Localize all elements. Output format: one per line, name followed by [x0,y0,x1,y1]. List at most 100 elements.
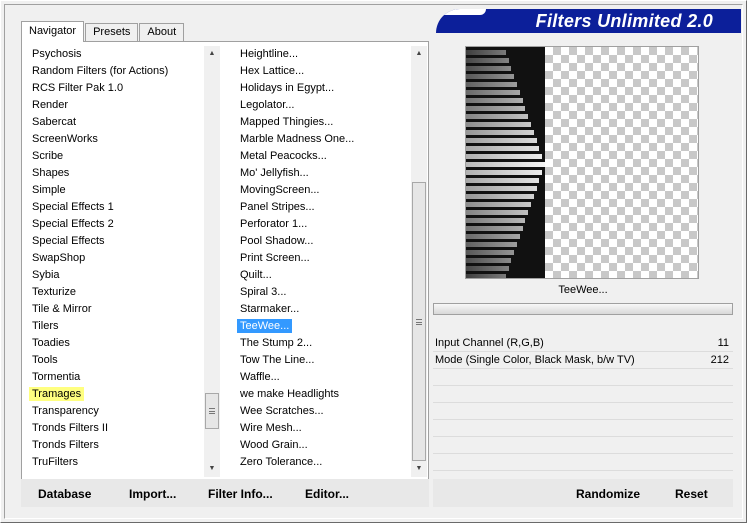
preview-effect-area [466,47,545,278]
category-item[interactable]: Tile & Mirror [28,301,208,318]
param-label: Mode (Single Color, Black Mask, b/w TV) [435,354,635,366]
filter-item[interactable]: Zero Tolerance... [236,454,411,471]
filter-item[interactable]: Heightline... [236,46,411,63]
category-item-label: Tilers [32,320,59,332]
filter-item[interactable]: TeeWee... [236,318,411,335]
filter-list[interactable]: Heightline... Hex Lattice... Holidays in E… [236,46,411,478]
filter-item[interactable]: Waffle... [236,369,411,386]
category-list[interactable]: Psychosis Random Filters (for Actions) RCS… [28,46,208,478]
filter-item[interactable]: Quilt... [236,267,411,284]
preview-stripe [466,58,509,63]
editor-button[interactable]: Editor... [305,487,349,501]
filter-item[interactable]: Wood Grain... [236,437,411,454]
category-item[interactable]: Simple [28,182,208,199]
category-item[interactable]: Special Effects 2 [28,216,208,233]
category-item[interactable]: Sybia [28,267,208,284]
tab-about[interactable]: About [139,23,185,41]
filters-unlimited-window: Filters Unlimited 2.0 Navigator Presets … [0,0,747,523]
filter-item-label: Holidays in Egypt... [240,82,335,94]
category-item[interactable]: Tronds Filters II [28,420,208,437]
category-item[interactable]: Special Effects [28,233,208,250]
filter-item[interactable]: Spiral 3... [236,284,411,301]
filter-item[interactable]: Wee Scratches... [236,403,411,420]
category-item[interactable]: Texturize [28,284,208,301]
category-item[interactable]: Tramages [28,386,208,403]
category-item-label: Psychosis [32,48,82,60]
category-item[interactable]: Transparency [28,403,208,420]
category-item[interactable]: TruFilters [28,454,208,471]
filter-item-label: Tow The Line... [240,354,315,366]
param-label: Input Channel (R,G,B) [435,337,544,349]
scroll-down-arrow-icon[interactable]: ▼ [411,461,427,477]
filter-item[interactable]: Holidays in Egypt... [236,80,411,97]
category-item[interactable]: Shapes [28,165,208,182]
preview-stripe [466,138,537,143]
preview-stripe [466,106,525,111]
import-button[interactable]: Import... [129,487,176,501]
filter-item[interactable]: Perforator 1... [236,216,411,233]
filter-item-label: Quilt... [240,269,272,281]
filter-item-label: Panel Stripes... [240,201,315,213]
category-item[interactable]: Tilers [28,318,208,335]
category-scrollbar[interactable]: ▲ ▼ [204,46,220,477]
filter-item[interactable]: Legolator... [236,97,411,114]
filter-item-label: Marble Madness One... [240,133,355,145]
filter-item[interactable]: Starmaker... [236,301,411,318]
scroll-up-arrow-icon[interactable]: ▲ [204,46,220,62]
category-item[interactable]: Tools [28,352,208,369]
category-item[interactable]: Toadies [28,335,208,352]
filter-item-label: Mapped Thingies... [240,116,334,128]
filter-item[interactable]: The Stump 2... [236,335,411,352]
category-item[interactable]: ScreenWorks [28,131,208,148]
preview-stripe [466,66,511,71]
randomize-button[interactable]: Randomize [576,487,640,501]
filter-item[interactable]: MovingScreen... [236,182,411,199]
tab-navigator[interactable]: Navigator [21,21,85,42]
filter-info-button[interactable]: Filter Info... [208,487,273,501]
filter-item[interactable]: Print Screen... [236,250,411,267]
preview-stripe [466,114,528,119]
preview-stripe [466,194,534,199]
filter-item[interactable]: Tow The Line... [236,352,411,369]
category-item[interactable]: Tronds Filters [28,437,208,454]
category-item[interactable]: SwapShop [28,250,208,267]
filter-scrollbar[interactable]: ▲ ▼ [411,46,427,477]
filter-item[interactable]: Wire Mesh... [236,420,411,437]
filter-item[interactable]: Marble Madness One... [236,131,411,148]
filter-item[interactable]: Mapped Thingies... [236,114,411,131]
category-item-label: Shapes [32,167,70,179]
filter-item[interactable]: Pool Shadow... [236,233,411,250]
param-row-input-channel[interactable]: Input Channel (R,G,B) 11 [433,335,733,352]
param-value[interactable]: 212 [711,352,729,369]
category-item[interactable]: Psychosis [28,46,208,63]
category-item[interactable]: Random Filters (for Actions) [28,63,208,80]
category-item[interactable]: Tormentia [28,369,208,386]
category-item[interactable]: Special Effects 1 [28,199,208,216]
category-item[interactable]: Scribe [28,148,208,165]
reset-button[interactable]: Reset [675,487,708,501]
filter-item-label: Mo' Jellyfish... [240,167,309,179]
category-item[interactable]: Sabercat [28,114,208,131]
filter-scroll-thumb[interactable] [412,182,426,461]
filter-item-label: Zero Tolerance... [240,456,323,468]
database-button[interactable]: Database [38,487,91,501]
scrollbar-grip-icon [209,408,215,414]
filter-item[interactable]: Hex Lattice... [236,63,411,80]
param-row-mode[interactable]: Mode (Single Color, Black Mask, b/w TV) … [433,352,733,369]
filter-item[interactable]: we make Headlights [236,386,411,403]
filter-item[interactable]: Panel Stripes... [236,199,411,216]
category-item-label: Random Filters (for Actions) [32,65,169,77]
tab-presets[interactable]: Presets [85,23,139,41]
category-item[interactable]: Render [28,97,208,114]
filter-item[interactable]: Mo' Jellyfish... [236,165,411,182]
preview-stripe [466,146,539,151]
category-item-label: Special Effects 1 [32,201,114,213]
scroll-down-arrow-icon[interactable]: ▼ [204,461,220,477]
scroll-up-arrow-icon[interactable]: ▲ [411,46,427,62]
category-item[interactable]: RCS Filter Pak 1.0 [28,80,208,97]
filter-item-label: MovingScreen... [240,184,320,196]
category-item-label: Tronds Filters [32,439,99,451]
param-value[interactable]: 11 [718,335,729,352]
category-scroll-thumb[interactable] [205,393,219,429]
filter-item[interactable]: Metal Peacocks... [236,148,411,165]
